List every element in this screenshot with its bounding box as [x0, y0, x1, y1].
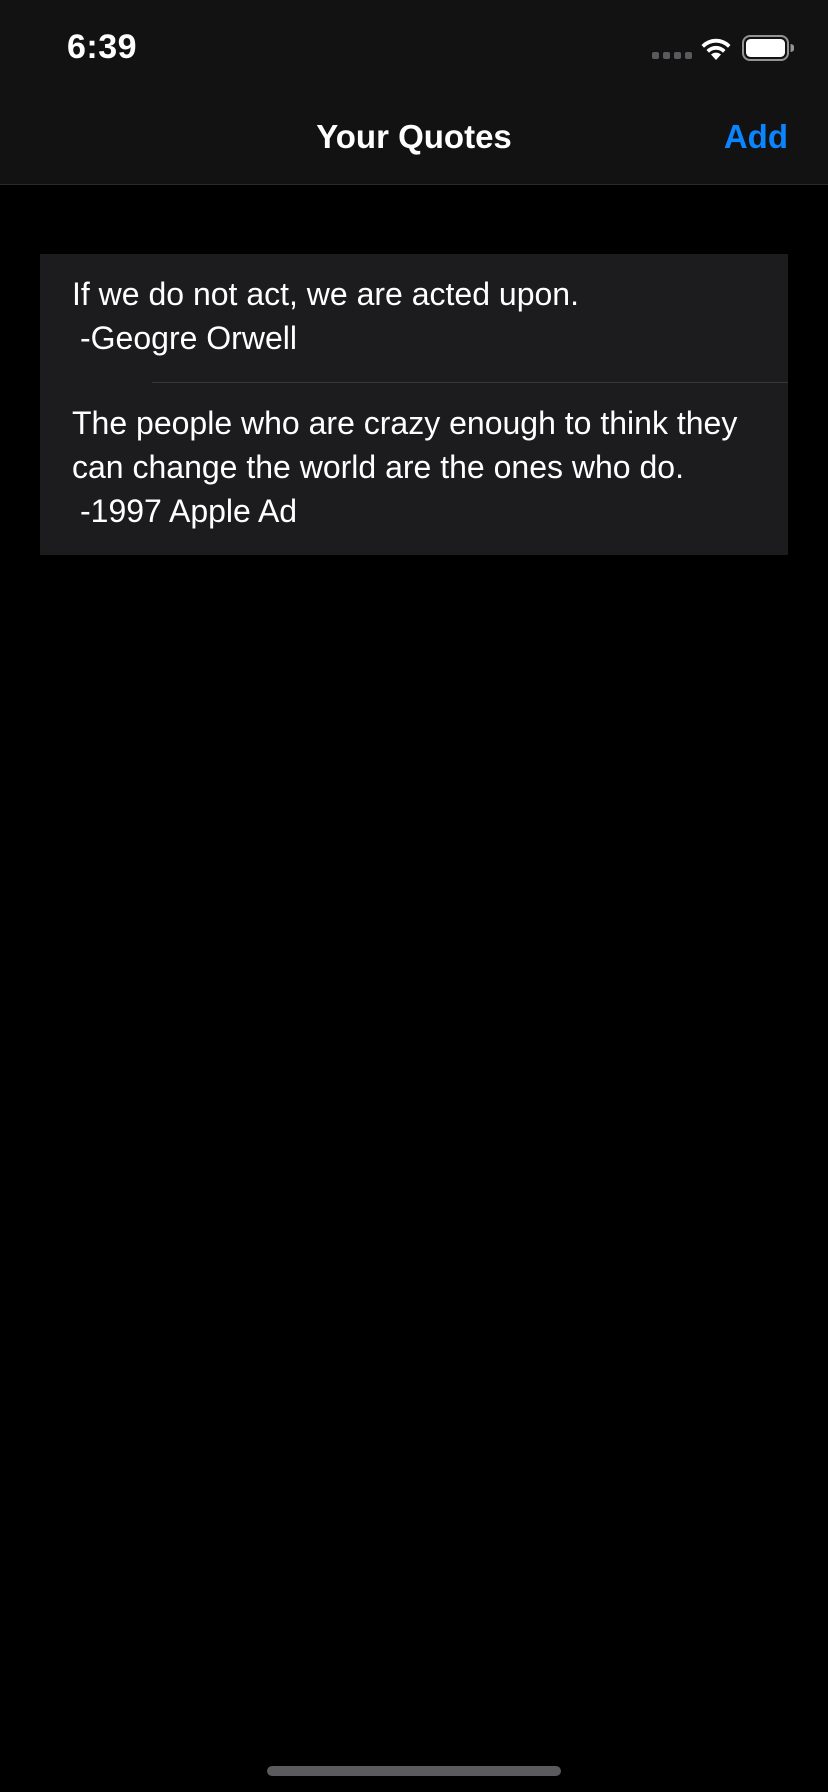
home-indicator[interactable] [267, 1766, 561, 1776]
top-bar: 6:39 Your Quotes Add [0, 0, 828, 185]
battery-icon [742, 35, 794, 61]
wifi-icon [701, 38, 731, 60]
signal-dots-icon [652, 52, 692, 59]
quote-row[interactable]: The people who are crazy enough to think… [40, 383, 788, 555]
quote-list: If we do not act, we are acted upon. -Ge… [40, 254, 788, 555]
status-time: 6:39 [67, 28, 138, 66]
quote-text: The people who are crazy enough to think… [72, 405, 738, 485]
add-quote-button[interactable]: Add [724, 118, 788, 156]
page-title: Your Quotes [316, 118, 512, 155]
quote-author: -Geogre Orwell [80, 320, 297, 356]
quote-text: If we do not act, we are acted upon. [72, 276, 579, 312]
quote-author: -1997 Apple Ad [80, 493, 298, 529]
quote-row[interactable]: If we do not act, we are acted upon. -Ge… [40, 254, 788, 382]
